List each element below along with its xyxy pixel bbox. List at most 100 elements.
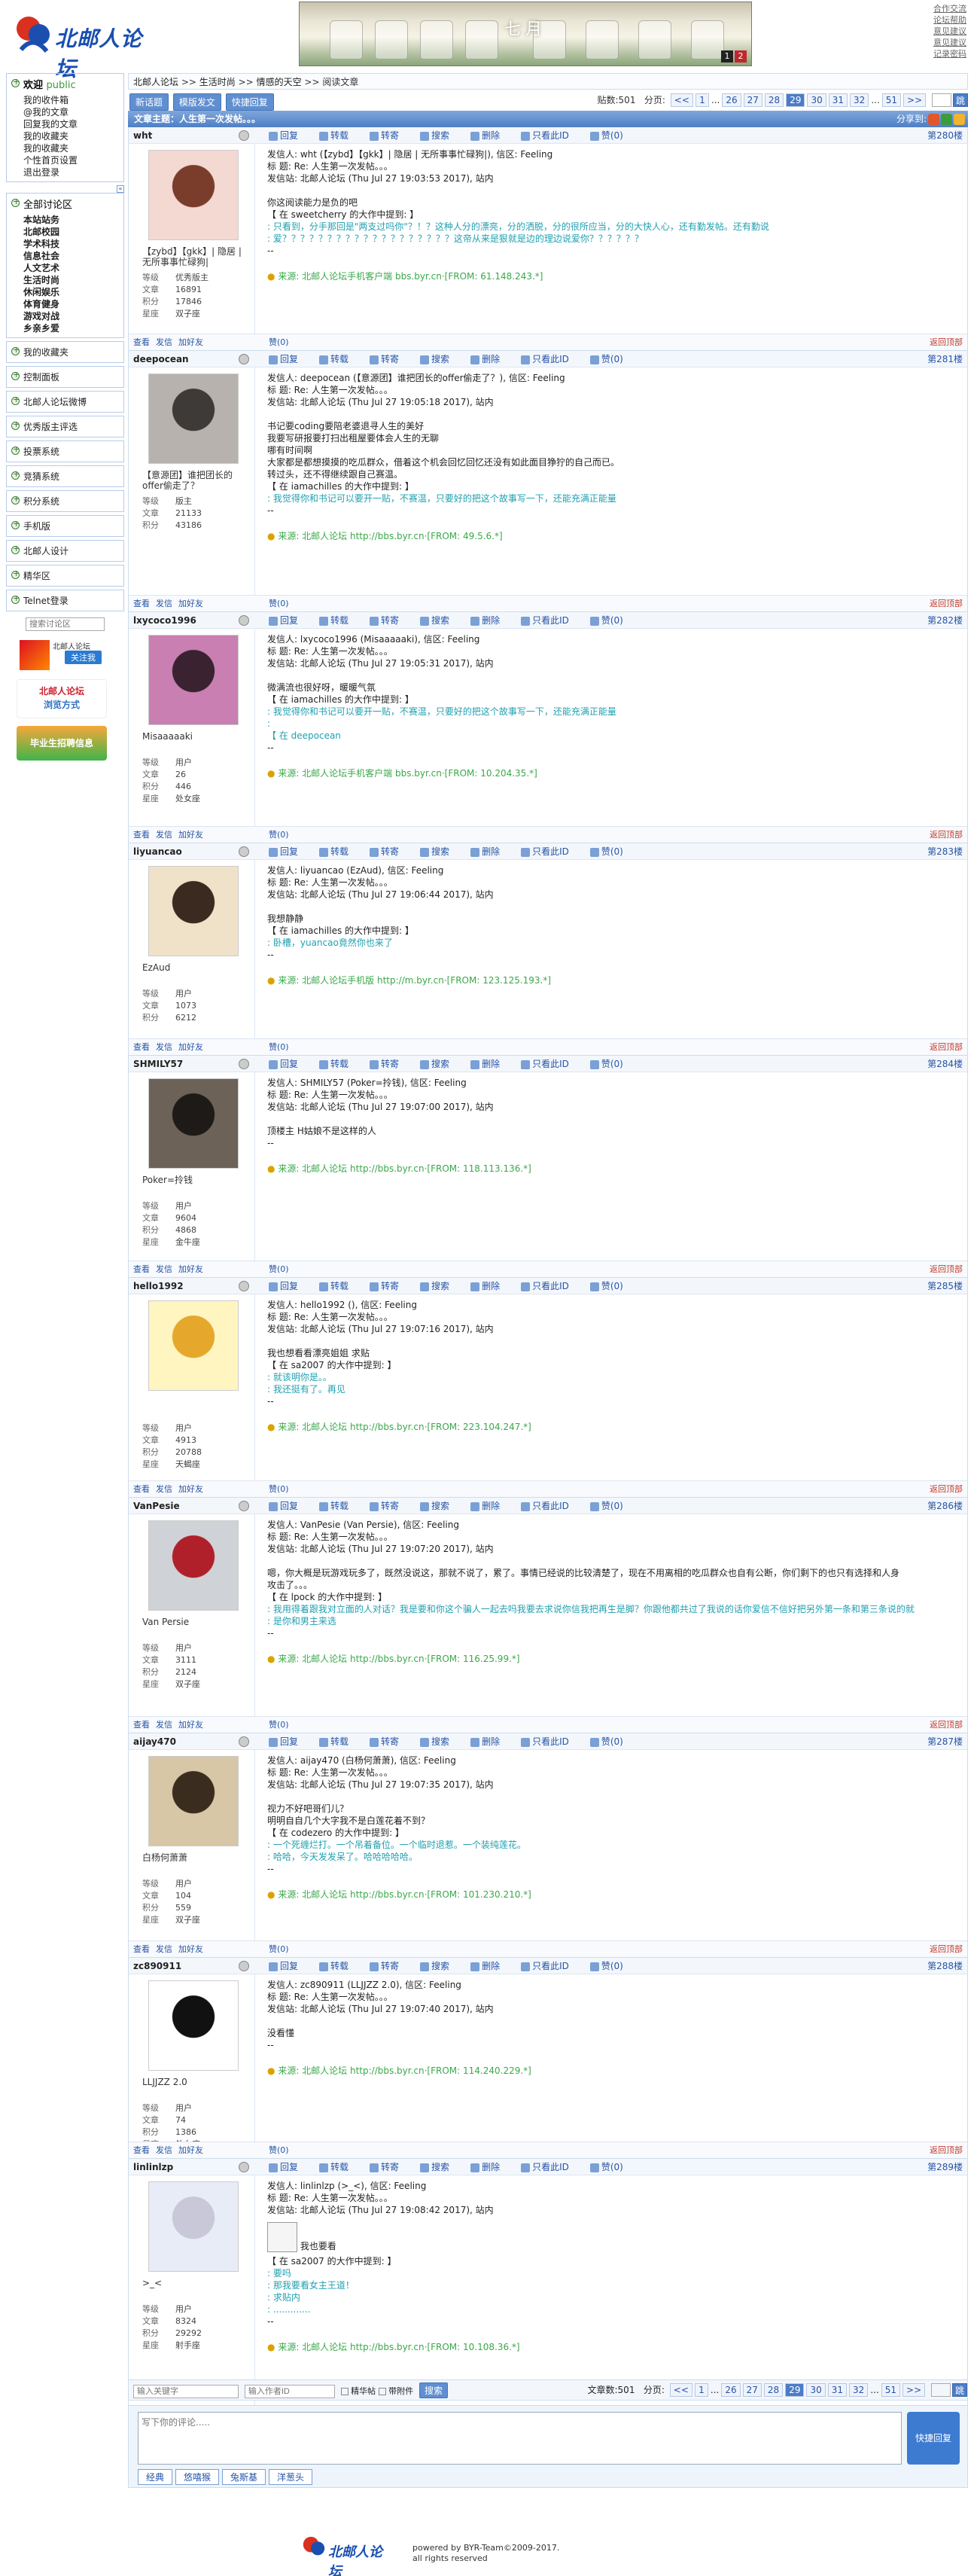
like-action[interactable]: 赞(0) (589, 130, 634, 141)
like-action[interactable]: 赞(0) (589, 2162, 634, 2172)
delete-action[interactable]: 删除 (470, 1281, 510, 1291)
forward-action[interactable]: 转载 (319, 1059, 359, 1069)
emotion-tab[interactable]: 兔斯基 (222, 2469, 266, 2485)
back-to-top-link[interactable]: 返回顶部 (930, 596, 963, 612)
forward-action[interactable]: 转载 (319, 1736, 359, 1747)
crumb-section[interactable]: 生活时尚 (199, 77, 236, 87)
repost-action[interactable]: 转寄 (370, 1281, 409, 1291)
reply-action[interactable]: 回复 (269, 1059, 309, 1069)
top-link[interactable]: 合作交流 (933, 3, 972, 14)
quick-reply-button[interactable]: 快捷回复 (225, 93, 274, 111)
post-author[interactable]: wht (133, 127, 152, 144)
page-link[interactable]: 30 (807, 93, 826, 107)
add-friend-link[interactable]: 加好友 (178, 337, 203, 347)
sidebar-item-design[interactable]: 北邮人设计 (6, 540, 124, 562)
page-link[interactable]: 26 (722, 93, 741, 107)
mail-user-link[interactable]: 发信 (156, 599, 172, 608)
floor-number[interactable]: 第284楼 (927, 1056, 963, 1072)
only-this-id-action[interactable]: 只看此ID (521, 615, 580, 626)
only-this-id-action[interactable]: 只看此ID (521, 1059, 580, 1069)
page-link[interactable]: 1 (695, 93, 709, 107)
page-link[interactable]: 28 (763, 2383, 784, 2397)
add-friend-link[interactable]: 加好友 (178, 1264, 203, 1274)
post-author[interactable]: lxycoco1996 (133, 612, 196, 629)
forum-item[interactable]: 体育健身 (23, 299, 59, 309)
delete-action[interactable]: 删除 (470, 1736, 510, 1747)
floor-number[interactable]: 第283楼 (927, 843, 963, 860)
top-link[interactable]: 意见建议 (933, 26, 972, 37)
avatar[interactable] (148, 150, 239, 240)
mail-user-link[interactable]: 发信 (156, 830, 172, 840)
crumb-board[interactable]: 情感的天空 (257, 77, 302, 87)
delete-action[interactable]: 删除 (470, 1501, 510, 1511)
back-to-top-link[interactable]: 返回顶部 (930, 1261, 963, 1278)
forum-search-input[interactable] (26, 617, 105, 631)
sidebar-item-digest[interactable]: 精华区 (6, 565, 124, 587)
emotion-tab[interactable]: 经典 (138, 2469, 173, 2485)
like-action[interactable]: 赞(0) (589, 1281, 634, 1291)
floor-number[interactable]: 第289楼 (927, 2159, 963, 2175)
avatar[interactable] (148, 1520, 239, 1611)
like-action[interactable]: 赞(0) (589, 1501, 634, 1511)
delete-action[interactable]: 删除 (470, 130, 510, 141)
forward-action[interactable]: 转载 (319, 130, 359, 141)
forum-list-title[interactable]: 全部讨论区 (7, 194, 123, 214)
only-this-id-action[interactable]: 只看此ID (521, 1281, 580, 1291)
post-author[interactable]: deepocean (133, 351, 189, 367)
sidebar-user-link[interactable]: 退出登录 (7, 166, 123, 178)
sidebar-item-score[interactable]: 积分系统 (6, 490, 124, 512)
view-user-link[interactable]: 查看 (133, 1264, 150, 1274)
forward-action[interactable]: 转载 (319, 1961, 359, 1971)
repost-action[interactable]: 转寄 (370, 2162, 409, 2172)
sidebar-item-collect[interactable]: 我的收藏夹 (6, 341, 124, 363)
page-link[interactable]: >> (902, 2383, 926, 2397)
add-friend-link[interactable]: 加好友 (178, 1042, 203, 1052)
back-to-top-link[interactable]: 返回顶部 (930, 827, 963, 843)
repost-action[interactable]: 转寄 (370, 1736, 409, 1747)
author-search-input[interactable] (244, 2385, 335, 2398)
view-user-link[interactable]: 查看 (133, 1944, 150, 1954)
sidebar-item-vote[interactable]: 投票系统 (6, 441, 124, 462)
sidebar-user-link[interactable]: 回复我的文章 (7, 118, 123, 130)
forum-item[interactable]: 信息社会 (23, 251, 59, 261)
only-this-id-action[interactable]: 只看此ID (521, 1961, 580, 1971)
page-link[interactable]: 31 (827, 2383, 848, 2397)
post-author[interactable]: SHMILY57 (133, 1056, 183, 1072)
forward-action[interactable]: 转载 (319, 1281, 359, 1291)
repost-action[interactable]: 转寄 (370, 130, 409, 141)
sidebar-item-vote-admin[interactable]: 优秀版主评选 (6, 416, 124, 437)
reply-action[interactable]: 回复 (269, 846, 309, 857)
avatar[interactable] (148, 866, 239, 956)
like-action[interactable]: 赞(0) (589, 354, 634, 364)
forward-action[interactable]: 转载 (319, 615, 359, 626)
bottom-search-button[interactable]: 搜索 (419, 2382, 448, 2398)
back-to-top-link[interactable]: 返回顶部 (930, 1039, 963, 1056)
welcome-user[interactable]: public (47, 80, 76, 91)
forum-item[interactable]: 生活时尚 (23, 275, 59, 285)
only-this-id-action[interactable]: 只看此ID (521, 130, 580, 141)
page-link[interactable]: 26 (721, 2383, 741, 2397)
page-link[interactable]: 51 (881, 93, 902, 107)
forum-item[interactable]: 本站站务 (23, 215, 59, 225)
add-friend-link[interactable]: 加好友 (178, 2145, 203, 2155)
post-author[interactable]: zc890911 (133, 1958, 181, 1974)
reply-action[interactable]: 回复 (269, 130, 309, 141)
like-count[interactable]: 赞(0) (269, 1261, 289, 1278)
back-to-top-link[interactable]: 返回顶部 (930, 1941, 963, 1958)
add-friend-link[interactable]: 加好友 (178, 599, 203, 608)
mail-user-link[interactable]: 发信 (156, 1042, 172, 1052)
search-action[interactable]: 搜索 (420, 1281, 460, 1291)
page-link[interactable]: << (670, 93, 693, 107)
search-action[interactable]: 搜索 (420, 130, 460, 141)
page-link[interactable]: 27 (742, 2383, 762, 2397)
mail-user-link[interactable]: 发信 (156, 2145, 172, 2155)
emotion-tab[interactable]: 洋葱头 (269, 2469, 313, 2485)
page-link[interactable]: 28 (764, 93, 784, 107)
search-action[interactable]: 搜索 (420, 1059, 460, 1069)
crumb-home[interactable]: 北邮人论坛 (133, 77, 178, 87)
page-jump-input[interactable] (930, 2383, 951, 2397)
top-link[interactable]: 论坛帮助 (933, 14, 972, 26)
expand-icon[interactable] (11, 77, 20, 87)
sidebar-item-telnet[interactable]: Telnet登录 (6, 590, 124, 611)
banner-page-1[interactable]: 1 (721, 50, 733, 62)
